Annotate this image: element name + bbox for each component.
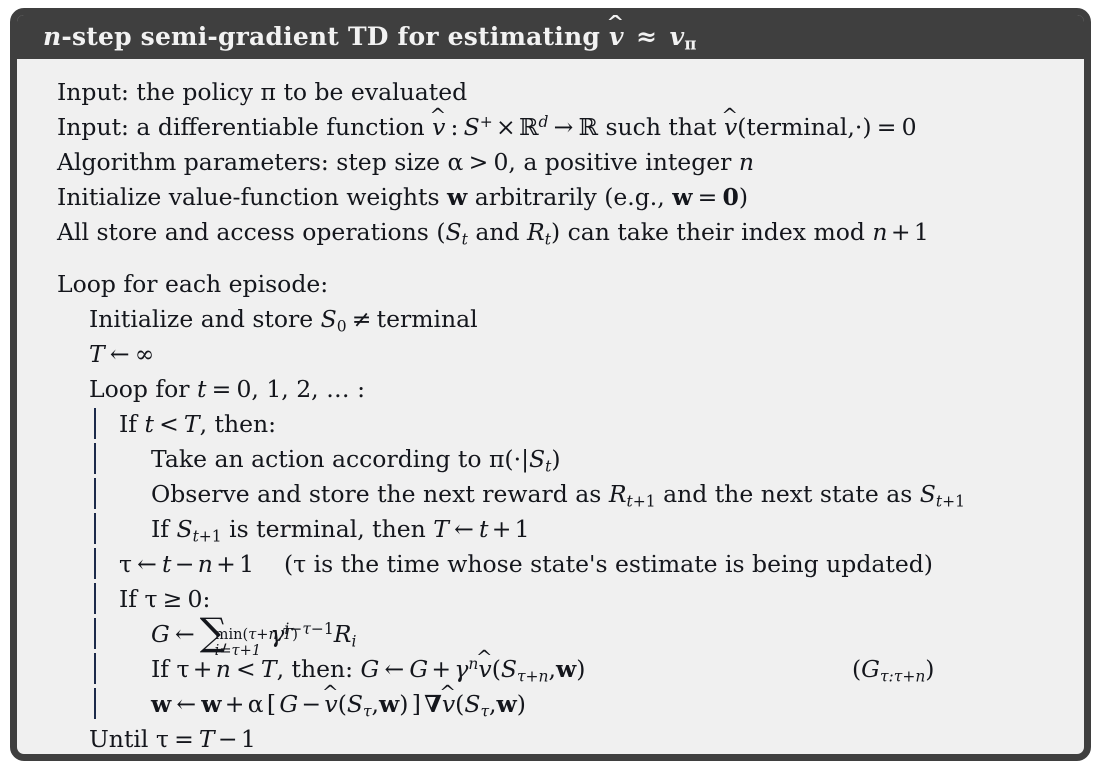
line-tau-assign: τ ← t − n +1 (τ is the time whose state's est… xyxy=(17,547,1084,582)
line-take-action: Take an action according to π(·|St) xyxy=(17,442,1084,477)
algorithm-body: Input: the policy π to be evaluated Inpu… xyxy=(17,59,1084,754)
line-observe-store: Observe and store the next reward as Rt+… xyxy=(17,477,1084,512)
title-approx-symbol: ≈ xyxy=(636,22,658,51)
line-input-policy: Input: the policy π to be evaluated xyxy=(57,78,468,106)
line-if-tau-ge-0: If τ ≥0: xyxy=(17,582,1084,617)
line-initialize-s0: Initialize and store S0 ≠ terminal xyxy=(89,305,478,336)
line-t-assign-infinity: T ← ∞ xyxy=(89,340,155,368)
algorithm-box: n-step semi-gradient TD for estimating ^… xyxy=(10,8,1091,761)
line-if-terminal: If St+1 is terminal, then T ← t +1 xyxy=(17,512,1084,547)
title-n-symbol: n xyxy=(43,22,62,51)
line-index-mod: All store and access operations (St and … xyxy=(57,218,929,249)
line-if-tau-n-lt-T: If τ + n < T, then: G ← G + γn ^ v(Sτ+n,w) (Gτ:τ+n… xyxy=(17,645,1084,687)
line-initialize-weights: Initialize value-function weights w arbi… xyxy=(57,183,749,211)
title-vpi-symbol: vπ xyxy=(669,22,697,54)
algorithm-title: n-step semi-gradient TD for estimating ^… xyxy=(17,15,1084,59)
title-vhat-symbol: ^ v xyxy=(606,10,625,51)
annotation-g-return: (Gτ:τ+n) xyxy=(852,655,935,686)
line-until-tau: Until τ = T −1 xyxy=(89,725,256,753)
line-loop-for-t: Loop for t = 0, 1, 2, … : xyxy=(89,375,365,403)
line-algorithm-parameters: Algorithm parameters: step size α >0, a p… xyxy=(57,148,754,176)
line-w-update: w ← w + α[G − ^ v(Sτ,w)] ∇ ^ v(Sτ,w) xyxy=(17,680,1084,722)
line-loop-each-episode: Loop for each episode: xyxy=(57,270,329,298)
summation-symbol: ∑ min(τ+n,T) i=τ+1 xyxy=(199,609,298,660)
line-input-function: Input: a differentiable function ^ v: S+ × ℝ… xyxy=(57,102,917,141)
line-if-t-lt-T: If t < T, then: xyxy=(17,407,1084,442)
title-text: -step semi-gradient TD for estimating xyxy=(61,22,601,51)
line-g-assign-sum: G ← ∑ min(τ+n,T) i=τ+1 γi−τ−1Ri xyxy=(17,609,1084,660)
